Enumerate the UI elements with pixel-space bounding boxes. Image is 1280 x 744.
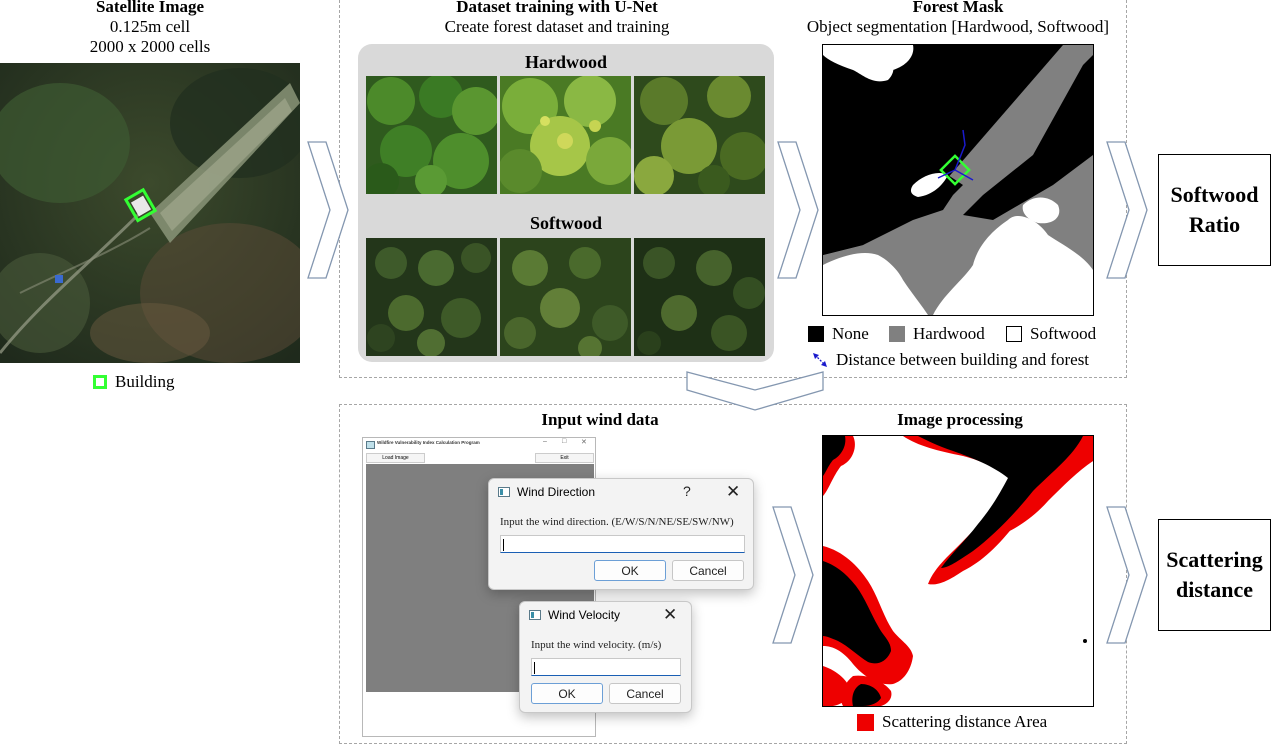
hardwood-sample-image-3 — [634, 76, 765, 194]
load-image-button-label: Load Image — [382, 455, 409, 461]
scattering-legend-swatch — [857, 713, 874, 731]
satellite-image — [0, 63, 300, 363]
arrow-chevron-down — [686, 371, 824, 411]
distance-legend: Distance between building and forest — [812, 350, 1089, 370]
wind-direction-ok-label: OK — [621, 563, 639, 578]
softwood-sample-image-1 — [366, 238, 497, 356]
exit-button[interactable]: Exit — [535, 453, 594, 463]
forest-mask-subtitle: Object segmentation [Hardwood, Softwood] — [806, 17, 1110, 36]
mask-legend-softwood: Softwood — [1006, 324, 1096, 344]
distance-arrow-icon — [813, 353, 827, 367]
wind-direction-cancel-label: Cancel — [689, 563, 727, 578]
scattering-legend-label: Scattering distance Area — [882, 712, 1048, 731]
wind-velocity-close-icon[interactable]: ✕ — [663, 605, 677, 625]
softwood-sample-image-2 — [500, 238, 631, 356]
building-legend: Building — [93, 372, 175, 392]
exit-button-label: Exit — [560, 455, 569, 461]
mask-legend-none: None — [808, 324, 869, 344]
arrow-chevron-4 — [772, 506, 814, 644]
softwood-ratio-box: Softwood Ratio — [1158, 154, 1271, 266]
softwood-ratio-line-1: Softwood — [1170, 182, 1259, 207]
scattering-distance-line-1: Scattering — [1166, 547, 1263, 572]
wind-direction-dialog-title: Wind Direction — [517, 485, 596, 499]
wind-direction-cancel-button[interactable]: Cancel — [672, 560, 744, 581]
help-icon[interactable]: ? — [683, 483, 691, 499]
satellite-title: Satellite Image — [95, 0, 205, 16]
wind-direction-caret — [503, 539, 504, 551]
wind-velocity-dialog: Wind Velocity ✕ Input the wind velocity.… — [519, 601, 692, 713]
mask-legend-hardwood: Hardwood — [889, 324, 985, 344]
wind-velocity-caret — [534, 662, 535, 674]
mask-legend-softwood-swatch — [1006, 326, 1022, 342]
mask-legend-none-swatch — [808, 326, 824, 342]
softwood-ratio-line-2: Ratio — [1188, 212, 1241, 237]
app-close-icon[interactable]: ✕ — [581, 438, 587, 446]
satellite-cell-count: 2000 x 2000 cells — [89, 37, 211, 56]
app-minimize-icon[interactable]: – — [543, 438, 547, 445]
wind-velocity-ok-button[interactable]: OK — [531, 683, 603, 704]
wind-velocity-cancel-label: Cancel — [626, 686, 664, 701]
arrow-chevron-1 — [307, 141, 349, 279]
hardwood-heading: Hardwood — [524, 52, 607, 72]
wind-direction-dialog: Wind Direction ? ✕ Input the wind direct… — [488, 478, 754, 590]
arrow-chevron-3 — [1106, 141, 1148, 279]
hardwood-sample-image-2 — [500, 76, 631, 194]
processing-title: Image processing — [897, 410, 1023, 429]
training-subtitle: Create forest dataset and training — [444, 17, 670, 36]
hardwood-sample-image-1 — [366, 76, 497, 194]
app-window-icon — [366, 441, 375, 449]
app-window-title: Wildfire Vulnerability Index Calculation… — [377, 440, 480, 445]
softwood-heading: Softwood — [529, 213, 602, 233]
forest-mask-title: Forest Mask — [912, 0, 1004, 16]
building-legend-swatch — [93, 375, 107, 389]
mask-legend-hardwood-label: Hardwood — [913, 324, 985, 343]
wind-direction-prompt: Input the wind direction. (E/W/S/N/NE/SE… — [500, 516, 734, 528]
app-maximize-icon[interactable]: □ — [562, 438, 566, 445]
load-image-button[interactable]: Load Image — [366, 453, 425, 463]
forest-mask-image — [822, 44, 1094, 316]
wind-direction-dialog-icon — [498, 487, 510, 497]
building-legend-label: Building — [115, 372, 175, 391]
wind-direction-close-icon[interactable]: ✕ — [726, 482, 740, 502]
training-title: Dataset training with U-Net — [456, 0, 658, 16]
processing-image — [822, 435, 1094, 707]
arrow-chevron-2 — [777, 141, 819, 279]
softwood-sample-image-3 — [634, 238, 765, 356]
wind-velocity-cancel-button[interactable]: Cancel — [609, 683, 681, 704]
mask-legend-hardwood-swatch — [889, 326, 905, 342]
wind-title: Input wind data — [541, 410, 659, 429]
scattering-distance-box: Scattering distance — [1158, 519, 1271, 631]
wind-velocity-dialog-title: Wind Velocity — [548, 608, 621, 622]
mask-legend-none-label: None — [832, 324, 869, 343]
wind-direction-ok-button[interactable]: OK — [594, 560, 666, 581]
distance-legend-label: Distance between building and forest — [836, 350, 1090, 369]
wind-velocity-dialog-icon — [529, 610, 541, 620]
wind-velocity-prompt: Input the wind velocity. (m/s) — [531, 639, 662, 651]
scattering-distance-line-2: distance — [1176, 577, 1253, 602]
wind-direction-input[interactable] — [500, 535, 745, 553]
satellite-cell-size: 0.125m cell — [109, 17, 191, 36]
mask-legend-softwood-label: Softwood — [1030, 324, 1097, 343]
wind-velocity-ok-label: OK — [558, 686, 576, 701]
wind-velocity-input[interactable] — [531, 658, 681, 676]
scattering-legend: Scattering distance Area — [857, 712, 1047, 732]
arrow-chevron-5 — [1106, 506, 1148, 644]
